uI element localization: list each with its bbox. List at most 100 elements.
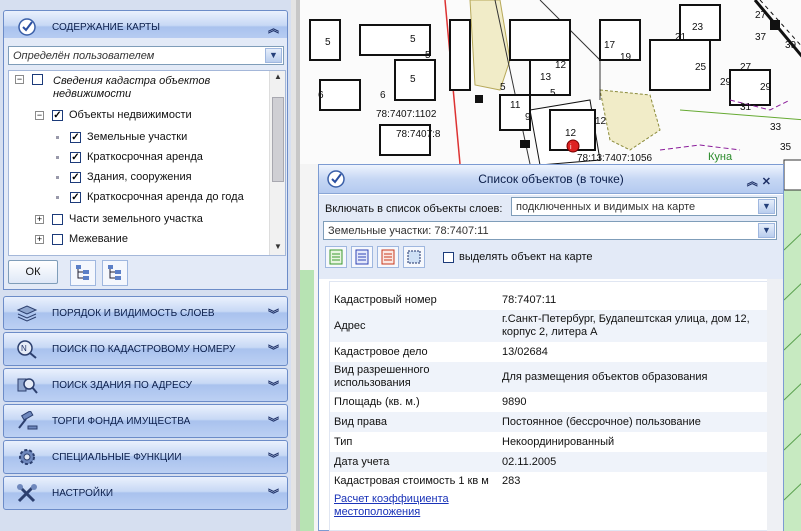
checkbox-realty[interactable]: ✓ xyxy=(52,109,63,121)
layer-tree: − Сведения кадастра объектов недвижимост… xyxy=(8,70,286,256)
layer-filter-value: Определён пользователем xyxy=(13,50,155,62)
scroll-thumb[interactable] xyxy=(272,97,284,182)
checkbox-lease-year[interactable]: ✓ xyxy=(70,191,81,203)
section-property-auction[interactable]: ТОРГИ ФОНДА ИМУЩЕСТВА ︾ xyxy=(3,404,288,438)
chevron-down-icon[interactable]: ▼ xyxy=(758,199,775,214)
document-blue-icon xyxy=(355,249,369,265)
prop-value: 283 xyxy=(502,475,521,487)
prop-key: Кадастровая стоимость 1 кв м xyxy=(334,475,489,487)
export-blue-button[interactable] xyxy=(351,246,373,268)
prop-value: 78:7407:11 xyxy=(502,294,557,306)
dialog-titlebar[interactable]: Список объектов (в точке) ︽✕ xyxy=(319,165,783,194)
section-label: НАСТРОЙКИ xyxy=(52,487,114,499)
export-red-button[interactable] xyxy=(377,246,399,268)
section-search-address[interactable]: ПОИСК ЗДАНИЯ ПО АДРЕСУ ︾ xyxy=(3,368,288,402)
tree-node-survey[interactable]: + Межевание xyxy=(35,233,128,245)
chevron-down-icon[interactable]: ▼ xyxy=(265,48,282,63)
prop-value: Постоянное (бессрочное) пользование xyxy=(502,416,701,428)
include-layers-select[interactable]: подключенных и видимых на карте ▼ xyxy=(511,197,777,216)
section-settings[interactable]: НАСТРОЙКИ ︾ xyxy=(3,476,288,510)
map-house-number: 17 xyxy=(604,40,616,51)
prop-key: Дата учета xyxy=(334,456,390,468)
tree-bullet xyxy=(56,175,59,179)
tree-bullet xyxy=(56,195,59,199)
location-coefficient-link[interactable]: Расчет коэффициента местоположения xyxy=(334,493,484,519)
tree-node-lease-year[interactable]: ✓ Краткосрочная аренда до года xyxy=(53,191,244,203)
tree-label-cadastre: Сведения кадастра объектов недвижимости xyxy=(53,75,211,100)
collapse-dialog-icon[interactable]: ︽ xyxy=(747,176,762,188)
expand-icon[interactable]: + xyxy=(35,214,44,224)
include-layers-label: Включать в список объекты слоев: xyxy=(325,203,503,215)
tree-node-short-lease[interactable]: ✓ Краткосрочная аренда xyxy=(53,151,203,163)
table-row: Адрес г.Санкт-Петербург, Будапештская ул… xyxy=(330,310,768,342)
tree-node-buildings[interactable]: ✓ Здания, сооружения xyxy=(53,171,192,183)
prop-key: Вид разрешенного использования xyxy=(334,364,430,389)
map-house-number: 5 xyxy=(410,74,416,85)
close-icon[interactable]: ✕ xyxy=(762,176,775,188)
chevron-down-icon[interactable]: ︾ xyxy=(268,306,279,322)
map-house-number: 5 xyxy=(500,82,506,93)
section-layers-order[interactable]: ПОРЯДОК И ВИДИМОСТЬ СЛОЕВ ︾ xyxy=(3,296,288,330)
tree-label-buildings: Здания, сооружения xyxy=(87,171,192,183)
gavel-icon xyxy=(16,411,38,431)
tree-collapse-button[interactable] xyxy=(102,260,128,286)
checkbox-short-lease[interactable]: ✓ xyxy=(70,151,81,163)
document-red-icon xyxy=(381,249,395,265)
tree-expand-button[interactable] xyxy=(70,260,96,286)
tree-scrollbar[interactable]: ▲ ▼ xyxy=(269,71,285,255)
section-label: СПЕЦИАЛЬНЫЕ ФУНКЦИИ xyxy=(52,451,182,463)
table-row: Вид права Постоянное (бессрочное) пользо… xyxy=(330,412,768,432)
checkbox-buildings[interactable]: ✓ xyxy=(70,171,81,183)
table-row: Площадь (кв. м.) 9890 xyxy=(330,392,768,412)
chevron-down-icon[interactable]: ︾ xyxy=(268,414,279,430)
highlight-checkbox[interactable] xyxy=(443,252,454,263)
object-list-dialog: Список объектов (в точке) ︽✕ Включать в … xyxy=(318,164,784,531)
tree-expand-icon xyxy=(76,265,89,280)
expand-icon[interactable]: + xyxy=(35,234,44,244)
select-area-button[interactable] xyxy=(403,246,425,268)
map-content-title: СОДЕРЖАНИЕ КАРТЫ xyxy=(52,21,160,33)
chevron-down-icon[interactable]: ︾ xyxy=(268,450,279,466)
object-select[interactable]: Земельные участки: 78:7407:11 ▼ xyxy=(323,221,777,240)
section-label: ПОРЯДОК И ВИДИМОСТЬ СЛОЕВ xyxy=(52,307,215,319)
tree-node-land-parts[interactable]: + Части земельного участка xyxy=(35,213,203,225)
chevron-down-icon[interactable]: ︾ xyxy=(268,342,279,358)
section-special-functions[interactable]: СПЕЦИАЛЬНЫЕ ФУНКЦИИ ︾ xyxy=(3,440,288,474)
section-search-number[interactable]: N ПОИСК ПО КАДАСТРОВОМУ НОМЕРУ ︾ xyxy=(3,332,288,366)
chevron-down-icon[interactable]: ︾ xyxy=(268,378,279,394)
tree-label-survey: Межевание xyxy=(69,233,128,245)
chevron-down-icon[interactable]: ▼ xyxy=(758,223,775,238)
collapse-icon[interactable]: − xyxy=(35,110,44,120)
highlight-label: выделять объект на карте xyxy=(459,251,593,263)
checkbox-cadastre[interactable] xyxy=(32,74,43,85)
scroll-up-icon[interactable]: ▲ xyxy=(272,72,284,84)
tree-node-realty[interactable]: − ✓ Объекты недвижимости xyxy=(35,109,192,121)
tree-collapse-icon xyxy=(108,265,121,280)
map-house-number: 19 xyxy=(620,52,632,63)
checkbox-land[interactable]: ✓ xyxy=(70,131,81,143)
chevron-down-icon[interactable]: ︾ xyxy=(268,486,279,502)
prop-key: Кадастровое дело xyxy=(334,346,428,358)
prop-value: 02.11.2005 xyxy=(502,456,557,468)
tree-node-land[interactable]: ✓ Земельные участки xyxy=(53,131,187,143)
scroll-down-icon[interactable]: ▼ xyxy=(272,242,284,254)
layer-filter-select[interactable]: Определён пользователем ▼ xyxy=(8,46,284,65)
collapse-icon[interactable]: − xyxy=(15,75,24,84)
export-green-button[interactable] xyxy=(325,246,347,268)
checkbox-survey[interactable] xyxy=(52,233,63,245)
dialog-scrollbar[interactable] xyxy=(767,279,783,531)
tree-node-cadastre[interactable]: − xyxy=(15,74,49,85)
object-select-value: Земельные участки: 78:7407:11 xyxy=(328,225,489,237)
left-panel: СОДЕРЖАНИЕ КАРТЫ ︽ Определён пользовател… xyxy=(0,0,291,531)
ok-button[interactable]: ОК xyxy=(8,260,58,284)
map-label-parcel-1056: 78:13:7407:1056 xyxy=(577,153,653,164)
chevron-up-icon[interactable]: ︽ xyxy=(268,20,279,36)
map-house-number: 37 xyxy=(755,32,767,43)
checkbox-land-parts[interactable] xyxy=(52,213,63,225)
table-row: Вид разрешенного использования Для разме… xyxy=(330,362,768,392)
map-label-street: Куна xyxy=(708,151,733,163)
table-row: Тип Некоординированный xyxy=(330,432,768,452)
map-house-number: 27 xyxy=(740,62,752,73)
prop-key: Тип xyxy=(334,436,353,448)
svg-text:N: N xyxy=(21,344,27,353)
